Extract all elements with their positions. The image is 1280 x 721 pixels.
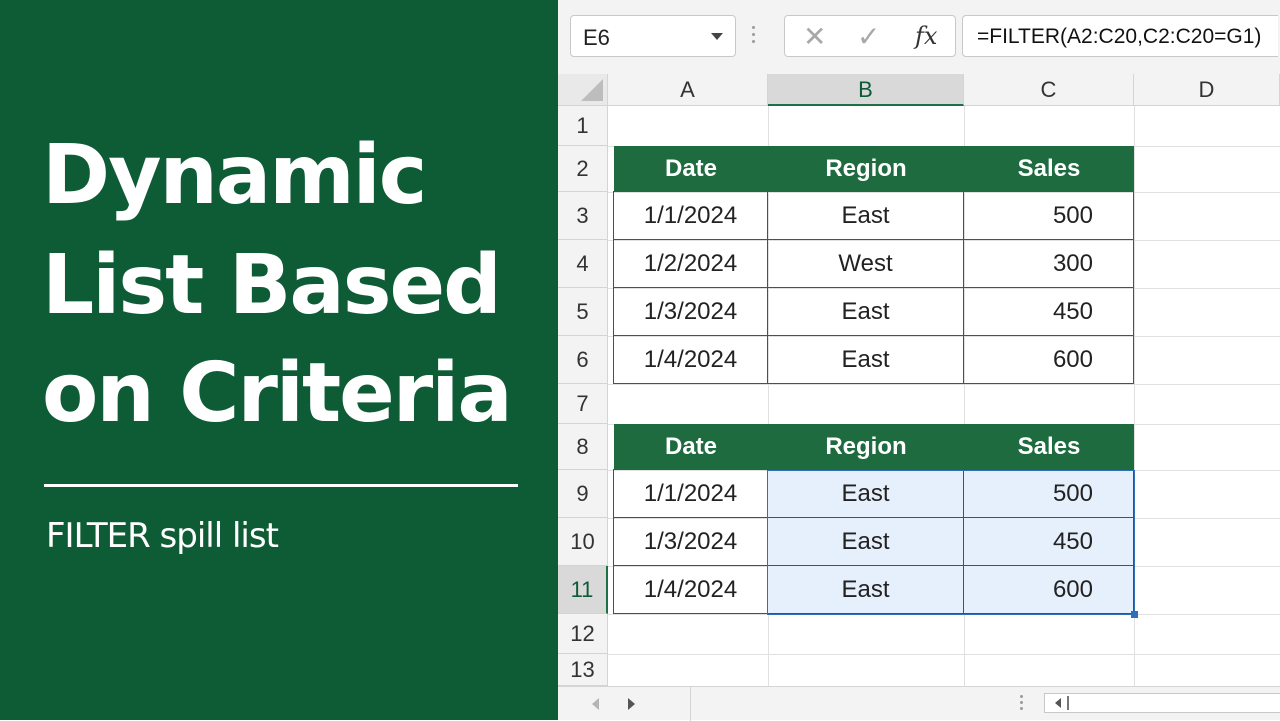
column-header-b[interactable]: B — [768, 74, 964, 106]
table-cell[interactable]: East — [767, 517, 964, 566]
table-cell[interactable]: 500 — [963, 469, 1134, 518]
scroll-thumb[interactable] — [1067, 696, 1069, 710]
table-cell[interactable]: 300 — [963, 239, 1134, 288]
row-header-5[interactable]: 5 — [558, 288, 608, 336]
title-line-1: Dynamic — [42, 128, 427, 223]
table-header-cell: Sales — [964, 146, 1134, 192]
table-cell[interactable]: 1/1/2024 — [613, 469, 768, 518]
row-header-1[interactable]: 1 — [558, 106, 608, 146]
table-cell[interactable]: 1/3/2024 — [613, 517, 768, 566]
grid-line-horizontal — [608, 614, 1280, 615]
row-header-8[interactable]: 8 — [558, 424, 608, 470]
table-cell[interactable]: West — [767, 239, 964, 288]
name-box-value: E6 — [583, 25, 610, 50]
chevron-down-icon[interactable] — [711, 33, 723, 40]
sheet-status-bar — [558, 686, 1280, 721]
column-header-c[interactable]: C — [964, 74, 1134, 106]
insert-function-icon[interactable]: fx — [915, 22, 937, 50]
table-cell[interactable]: 1/4/2024 — [613, 335, 768, 384]
prev-sheet-icon[interactable] — [592, 698, 599, 710]
row-header-2[interactable]: 2 — [558, 146, 608, 192]
table-header-cell: Sales — [964, 424, 1134, 470]
more-vertical-icon[interactable] — [1020, 695, 1023, 713]
table-header-cell: Region — [768, 146, 964, 192]
title-divider — [44, 484, 518, 487]
table-cell[interactable]: 450 — [963, 517, 1134, 566]
row-header-13[interactable]: 13 — [558, 654, 608, 686]
formula-bar: E6 ✕ ✓ fx =FILTER(A2:C20,C2:C20=G1) — [558, 0, 1280, 75]
formula-input[interactable]: =FILTER(A2:C20,C2:C20=G1) — [962, 15, 1278, 57]
select-all-corner[interactable] — [558, 74, 608, 106]
title-line-2: List Based — [42, 238, 502, 333]
table-cell[interactable]: 600 — [963, 565, 1134, 614]
subtitle: FILTER spill list — [46, 516, 279, 556]
table-cell[interactable]: East — [767, 335, 964, 384]
table-header-cell: Region — [768, 424, 964, 470]
table-cell[interactable]: East — [767, 469, 964, 518]
table-header-cell: Date — [614, 424, 768, 470]
next-sheet-icon[interactable] — [628, 698, 635, 710]
column-header-a[interactable]: A — [608, 74, 768, 106]
check-icon[interactable]: ✓ — [857, 20, 880, 53]
row-header-7[interactable]: 7 — [558, 384, 608, 424]
table-cell[interactable]: 1/3/2024 — [613, 287, 768, 336]
table-header-cell: Date — [614, 146, 768, 192]
table-cell[interactable]: 500 — [963, 191, 1134, 240]
spreadsheet-window: E6 ✕ ✓ fx =FILTER(A2:C20,C2:C20=G1) ABCD… — [558, 0, 1280, 721]
table-cell[interactable]: 1/2/2024 — [613, 239, 768, 288]
scroll-left-icon[interactable] — [1055, 698, 1061, 708]
row-header-11[interactable]: 11 — [558, 566, 608, 614]
cancel-icon[interactable]: ✕ — [803, 20, 826, 53]
row-header-4[interactable]: 4 — [558, 240, 608, 288]
row-header-6[interactable]: 6 — [558, 336, 608, 384]
table-cell[interactable]: 450 — [963, 287, 1134, 336]
sheet-grid[interactable]: A B C D 1 2 3 4 5 6 7 8 9 10 11 12 13 Date Region Sales 1/1/… — [558, 74, 1280, 686]
table-cell[interactable]: 1/4/2024 — [613, 565, 768, 614]
table-cell[interactable]: 600 — [963, 335, 1134, 384]
row-header-12[interactable]: 12 — [558, 614, 608, 654]
status-separator — [690, 687, 691, 721]
horizontal-scrollbar[interactable] — [1044, 693, 1280, 713]
table-cell[interactable]: 1/1/2024 — [613, 191, 768, 240]
formula-buttons: ✕ ✓ fx — [784, 15, 956, 57]
table-cell[interactable]: East — [767, 565, 964, 614]
formula-text: =FILTER(A2:C20,C2:C20=G1) — [977, 25, 1262, 48]
more-vertical-icon[interactable] — [752, 26, 756, 46]
row-header-10[interactable]: 10 — [558, 518, 608, 566]
name-box[interactable]: E6 — [570, 15, 736, 57]
column-header-d[interactable]: D — [1134, 74, 1280, 106]
table-cell[interactable]: East — [767, 191, 964, 240]
grid-line-horizontal — [608, 654, 1280, 655]
title-panel: Dynamic List Based on Criteria FILTER sp… — [0, 0, 558, 720]
row-header-3[interactable]: 3 — [558, 192, 608, 240]
table-cell[interactable]: East — [767, 287, 964, 336]
title-line-3: on Criteria — [42, 346, 513, 441]
grid-line-vertical — [1134, 106, 1135, 686]
fill-handle[interactable] — [1131, 611, 1138, 618]
row-header-9[interactable]: 9 — [558, 470, 608, 518]
grid-line-horizontal — [608, 384, 1280, 385]
select-all-icon — [581, 79, 603, 101]
